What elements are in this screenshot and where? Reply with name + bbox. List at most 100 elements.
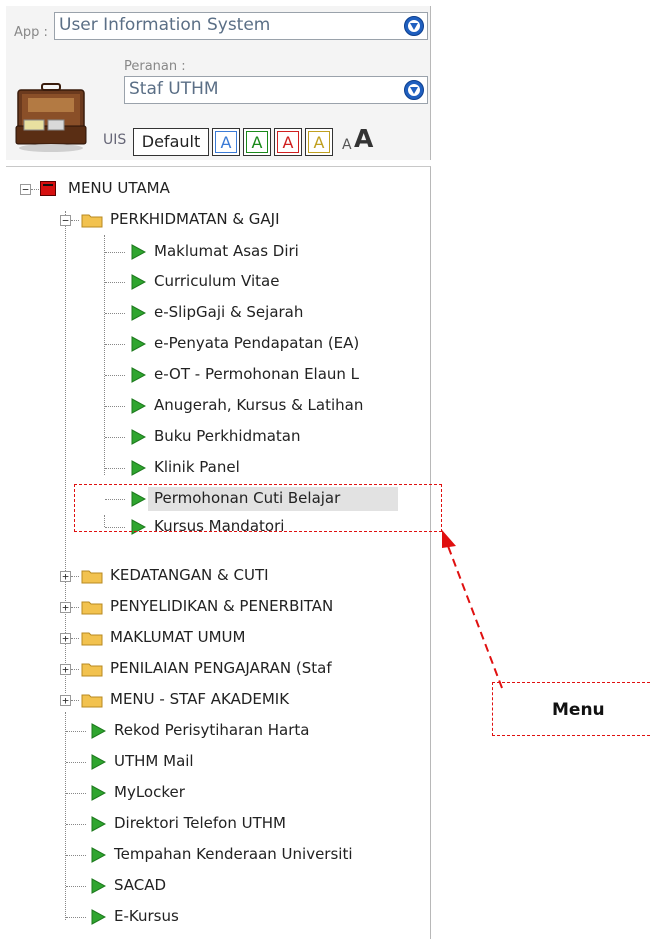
tree-link-label: SACAD [114, 876, 167, 894]
tree-link-e-ot[interactable]: e-OT - Permohonan Elaun L [6, 363, 426, 387]
tree-group-perkhidmatan-gaji[interactable]: − PERKHIDMATAN & GAJI [6, 208, 426, 232]
folder-icon [81, 632, 103, 646]
play-arrow-icon [91, 723, 106, 739]
chevron-down-icon[interactable] [404, 16, 424, 36]
tree-link-label: MyLocker [114, 783, 185, 801]
tree-connector [105, 406, 125, 407]
tree-link-maklumat-asas-diri[interactable]: Maklumat Asas Diri [6, 240, 426, 264]
font-red-button[interactable]: A [274, 128, 302, 156]
tree-root-menu-utama[interactable]: − MENU UTAMA [6, 177, 426, 201]
app-header-panel: App : User Information System Peranan : … [6, 6, 431, 160]
app-select[interactable]: User Information System [54, 12, 428, 40]
tree-link-label: E-Kursus [114, 907, 179, 925]
play-arrow-icon [131, 305, 146, 321]
play-arrow-icon [131, 274, 146, 290]
tree-link-label: e-Penyata Pendapatan (EA) [154, 334, 360, 352]
tree-group-label: PENILAIAN PENGAJARAN (Staf [110, 659, 332, 677]
font-size-small-button[interactable]: A [342, 137, 352, 153]
chevron-down-icon[interactable] [404, 80, 424, 100]
folder-icon [81, 214, 103, 228]
tree-group-kedatangan-cuti[interactable]: + KEDATANGAN & CUTI [6, 564, 426, 588]
font-green-button[interactable]: A [243, 128, 271, 156]
expand-icon[interactable]: + [60, 664, 71, 675]
expand-icon[interactable]: + [60, 695, 71, 706]
role-label: Peranan : [124, 59, 186, 74]
play-arrow-icon [131, 398, 146, 414]
role-select-value: Staf UTHM [129, 79, 219, 99]
font-red-label: A [277, 131, 299, 153]
tree-connector [105, 252, 125, 253]
tree-connector [31, 189, 39, 190]
tree-link-uthm-mail[interactable]: UTHM Mail [6, 750, 426, 774]
tree-connector [105, 282, 125, 283]
tree-link-curriculum-vitae[interactable]: Curriculum Vitae [6, 270, 426, 294]
font-green-label: A [246, 131, 268, 153]
tree-connector [71, 638, 79, 639]
tree-group-maklumat-umum[interactable]: + MAKLUMAT UMUM [6, 626, 426, 650]
tree-link-label: Maklumat Asas Diri [154, 242, 299, 260]
tree-group-penyelidikan[interactable]: + PENYELIDIKAN & PENERBITAN [6, 595, 426, 619]
tree-link-rekod-perisytiharan-harta[interactable]: Rekod Perisytiharan Harta [6, 719, 426, 743]
expand-icon[interactable]: + [60, 602, 71, 613]
tree-group-label: MENU - STAF AKADEMIK [110, 690, 290, 708]
play-arrow-icon [91, 785, 106, 801]
tree-link-direktori-telefon[interactable]: Direktori Telefon UTHM [6, 812, 426, 836]
briefcase-logo-icon [15, 83, 87, 152]
tree-link-label: Direktori Telefon UTHM [114, 814, 286, 832]
collapse-icon[interactable]: − [60, 215, 71, 226]
tree-link-label: Rekod Perisytiharan Harta [114, 721, 310, 739]
tree-group-label: KEDATANGAN & CUTI [110, 566, 269, 584]
collapse-icon[interactable]: − [20, 184, 31, 195]
tree-group-penilaian-pengajaran[interactable]: + PENILAIAN PENGAJARAN (Staf [6, 657, 426, 681]
tree-connector [66, 762, 86, 763]
font-size-large-button[interactable]: A [354, 124, 373, 153]
tree-link-label: Buku Perkhidmatan [154, 427, 301, 445]
play-arrow-icon [91, 847, 106, 863]
expand-icon[interactable]: + [60, 633, 71, 644]
tree-connector [71, 220, 79, 221]
tree-connector [71, 669, 79, 670]
menu-root-icon [40, 181, 56, 196]
play-arrow-icon [131, 429, 146, 445]
tree-link-anugerah[interactable]: Anugerah, Kursus & Latihan [6, 394, 426, 418]
folder-icon [81, 570, 103, 584]
tree-connector [105, 313, 125, 314]
tree-group-menu-staf-akademik[interactable]: + MENU - STAF AKADEMIK [6, 688, 426, 712]
tree-link-e-slipgaji[interactable]: e-SlipGaji & Sejarah [6, 301, 426, 325]
menu-tree: − MENU UTAMA − PERKHIDMATAN & GAJI Maklu… [6, 166, 431, 939]
tree-link-label: e-SlipGaji & Sejarah [154, 303, 304, 321]
font-default-button[interactable]: Default [133, 128, 209, 156]
tree-link-mylocker[interactable]: MyLocker [6, 781, 426, 805]
play-arrow-icon [91, 816, 106, 832]
tree-connector [105, 344, 125, 345]
tree-connector [71, 607, 79, 608]
tree-connector [66, 824, 86, 825]
tree-link-buku-perkhidmatan[interactable]: Buku Perkhidmatan [6, 425, 426, 449]
folder-icon [81, 694, 103, 708]
play-arrow-icon [131, 460, 146, 476]
tree-link-sacad[interactable]: SACAD [6, 874, 426, 898]
tree-link-klinik-panel[interactable]: Klinik Panel [6, 456, 426, 480]
tree-connector [66, 886, 86, 887]
tree-root-label: MENU UTAMA [68, 179, 170, 197]
app-label: App : [14, 25, 48, 40]
tree-connector [71, 576, 79, 577]
expand-icon[interactable]: + [60, 571, 71, 582]
tree-connector [66, 855, 86, 856]
play-arrow-icon [131, 367, 146, 383]
annotation-highlight-box [74, 484, 442, 532]
role-select[interactable]: Staf UTHM [124, 76, 428, 104]
font-blue-button[interactable]: A [212, 128, 240, 156]
tree-connector [66, 731, 86, 732]
folder-icon [81, 663, 103, 677]
tree-link-e-penyata-pendapatan[interactable]: e-Penyata Pendapatan (EA) [6, 332, 426, 356]
app-select-value: User Information System [59, 15, 271, 35]
annotation-label: Menu [552, 700, 605, 720]
folder-icon [81, 601, 103, 615]
tree-group-label: MAKLUMAT UMUM [110, 628, 246, 646]
tree-connector [71, 700, 79, 701]
tree-link-tempahan-kenderaan[interactable]: Tempahan Kenderaan Universiti [6, 843, 426, 867]
play-arrow-icon [91, 754, 106, 770]
font-yellow-button[interactable]: A [305, 128, 333, 156]
tree-link-e-kursus[interactable]: E-Kursus [6, 905, 426, 929]
